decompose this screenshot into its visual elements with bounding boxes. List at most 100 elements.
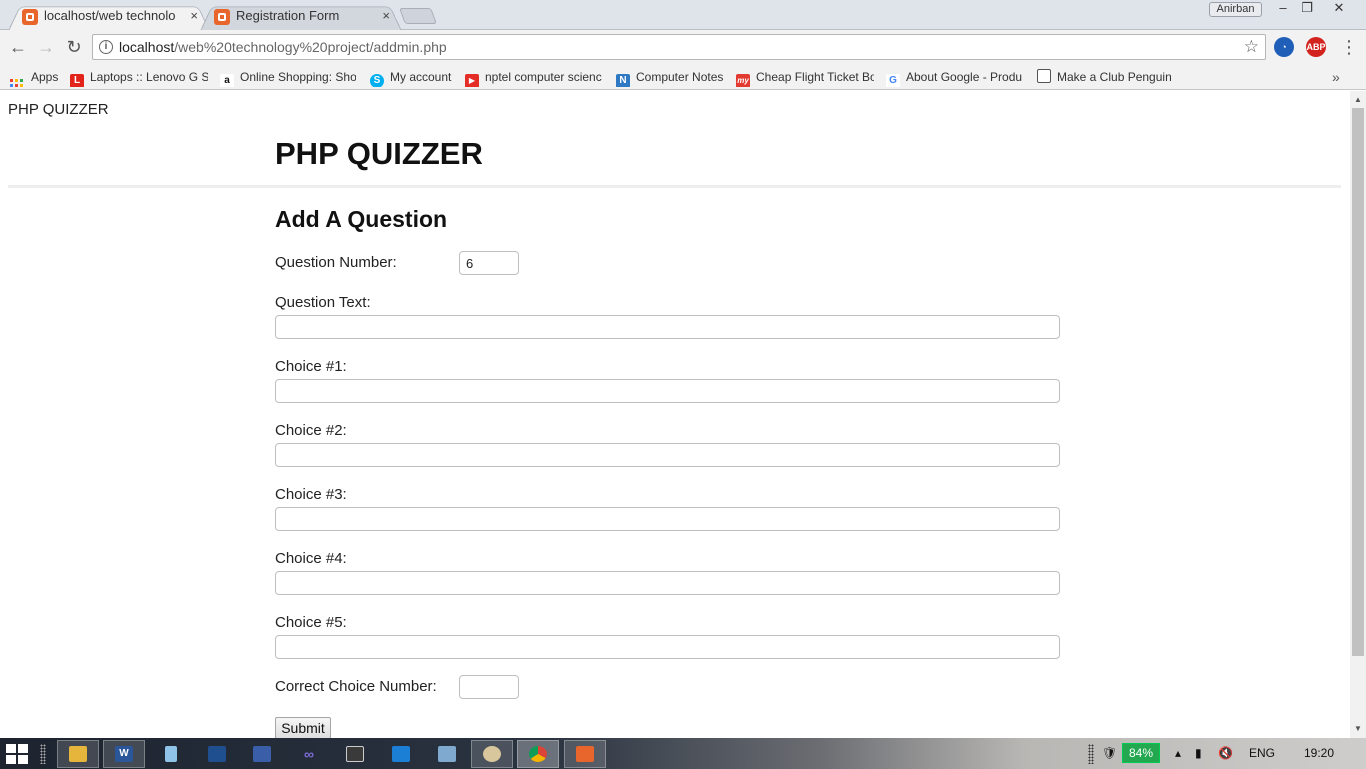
taskbar-file-explorer[interactable] bbox=[57, 740, 99, 768]
paint-icon bbox=[483, 746, 501, 762]
choice-3-label: Choice #3: bbox=[275, 486, 347, 503]
taskbar-infinity[interactable]: ∞ bbox=[288, 740, 330, 768]
question-number-input[interactable] bbox=[459, 251, 519, 275]
taskbar-xampp[interactable] bbox=[564, 740, 606, 768]
bookmark-amazon[interactable]: a Online Shopping: Sho bbox=[220, 67, 356, 87]
more-bookmarks-icon[interactable]: » bbox=[1332, 67, 1340, 87]
bookmark-label: Make a Club Penguin bbox=[1057, 70, 1171, 84]
bookmark-apps[interactable]: Apps bbox=[10, 67, 66, 87]
windows-start-icon[interactable] bbox=[6, 744, 30, 764]
bookmark-label: About Google - Produ bbox=[906, 70, 1023, 84]
defender-icon[interactable]: 🛡 bbox=[1102, 746, 1117, 760]
taskbar-photos[interactable] bbox=[196, 740, 238, 768]
choice-4-label: Choice #4: bbox=[275, 550, 347, 567]
back-arrow-icon[interactable]: ← bbox=[6, 35, 30, 59]
windows-taskbar: W ∞ 🛡 84% ▴ ▮ 🔇 ENG 19:20 bbox=[0, 738, 1366, 769]
network-icon[interactable]: ▮ bbox=[1195, 746, 1202, 760]
google-icon: G bbox=[886, 74, 900, 87]
amazon-icon: a bbox=[220, 74, 234, 87]
taskbar-media[interactable] bbox=[334, 740, 376, 768]
infinity-icon: ∞ bbox=[304, 746, 314, 762]
folder-icon bbox=[1037, 69, 1051, 83]
restore-icon[interactable]: ❐ bbox=[1294, 0, 1320, 18]
tab-localhost[interactable]: localhost/web technolog × bbox=[8, 3, 210, 31]
photos-icon bbox=[208, 746, 226, 762]
taskbar-grip bbox=[40, 744, 46, 764]
choice-1-input[interactable] bbox=[275, 379, 1060, 403]
taskbar-word[interactable]: W bbox=[103, 740, 145, 768]
bookmark-skype[interactable]: S My account bbox=[370, 67, 458, 87]
taskbar-paint[interactable] bbox=[471, 740, 513, 768]
monitor-icon bbox=[253, 746, 271, 762]
show-hidden-icons-icon[interactable]: ▴ bbox=[1175, 746, 1181, 760]
correct-choice-label: Correct Choice Number: bbox=[275, 678, 437, 695]
taskbar-notepad[interactable] bbox=[150, 740, 192, 768]
window-close-icon[interactable]: ✕ bbox=[1326, 0, 1352, 18]
taskbar-onenote[interactable] bbox=[380, 740, 422, 768]
volume-muted-icon[interactable]: 🔇 bbox=[1218, 746, 1233, 760]
chrome-icon bbox=[529, 746, 547, 762]
bookmark-label: nptel computer scienc bbox=[485, 70, 602, 84]
taskbar-chrome[interactable] bbox=[517, 740, 559, 768]
page-content: PHP QUIZZER PHP QUIZZER Add A Question Q… bbox=[0, 91, 1350, 738]
image-viewer-icon bbox=[438, 746, 456, 762]
bookmark-club-penguin[interactable]: Make a Club Penguin bbox=[1037, 67, 1171, 87]
onenote-icon bbox=[392, 746, 410, 762]
correct-choice-input[interactable] bbox=[459, 675, 519, 699]
bookmark-lenovo[interactable]: L Laptops :: Lenovo G S bbox=[70, 67, 208, 87]
bookmark-label: My account bbox=[390, 70, 452, 84]
bookmark-computer-notes[interactable]: N Computer Notes bbox=[616, 67, 728, 87]
divider bbox=[8, 185, 1341, 188]
bookmark-star-icon[interactable]: ☆ bbox=[1244, 37, 1259, 57]
choice-2-input[interactable] bbox=[275, 443, 1060, 467]
bookmarks-bar: Apps L Laptops :: Lenovo G S a Online Shop… bbox=[0, 64, 1366, 90]
new-tab-button[interactable] bbox=[399, 8, 437, 24]
choice-5-label: Choice #5: bbox=[275, 614, 347, 631]
minimize-icon[interactable]: – bbox=[1270, 0, 1296, 18]
skype-icon: S bbox=[370, 74, 384, 87]
forward-arrow-icon[interactable]: → bbox=[34, 35, 58, 59]
url-path: /web%20technology%20project/addmin.php bbox=[174, 39, 447, 55]
tab-label: Registration Form bbox=[236, 8, 340, 23]
lenovo-icon: L bbox=[70, 74, 84, 87]
reload-icon[interactable]: ↻ bbox=[62, 35, 86, 59]
page-title: PHP QUIZZER bbox=[275, 136, 483, 171]
bookmark-nptel[interactable]: ▶ nptel computer scienc bbox=[465, 67, 603, 87]
makemytrip-icon: my bbox=[736, 74, 750, 87]
url-host: localhost bbox=[119, 39, 175, 55]
xampp-favicon-icon bbox=[214, 9, 230, 25]
tray-grip bbox=[1088, 744, 1094, 764]
tab-registration-form[interactable]: Registration Form × bbox=[200, 3, 402, 31]
battery-indicator[interactable]: 84% bbox=[1122, 743, 1160, 763]
profile-button[interactable]: Anirban bbox=[1209, 2, 1262, 17]
taskbar-image-viewer[interactable] bbox=[426, 740, 468, 768]
scroll-up-arrow-icon[interactable]: ▲ bbox=[1350, 92, 1366, 108]
taskbar-monitor[interactable] bbox=[241, 740, 283, 768]
submit-button[interactable]: Submit bbox=[275, 717, 331, 738]
tab-close-icon[interactable]: × bbox=[382, 3, 390, 29]
choice-5-input[interactable] bbox=[275, 635, 1060, 659]
bookmark-cheap-flight[interactable]: my Cheap Flight Ticket Bo bbox=[736, 67, 874, 87]
tab-close-icon[interactable]: × bbox=[190, 3, 198, 29]
notes-icon: N bbox=[616, 74, 630, 87]
site-title: PHP QUIZZER bbox=[8, 101, 109, 118]
chrome-menu-icon[interactable]: ⋮ bbox=[1340, 35, 1358, 59]
address-bar[interactable]: i localhost/web%20technology%20project/a… bbox=[92, 34, 1266, 60]
info-icon[interactable]: i bbox=[99, 40, 113, 54]
scrollbar-thumb[interactable] bbox=[1352, 108, 1364, 656]
url-text[interactable]: localhost/web%20technology%20project/add… bbox=[119, 39, 447, 55]
language-indicator[interactable]: ENG bbox=[1249, 746, 1275, 760]
bookmark-about-google[interactable]: G About Google - Produ bbox=[886, 67, 1024, 87]
browser-toolbar: ← → ↻ i localhost/web%20technology%20pro… bbox=[0, 30, 1366, 64]
xampp-favicon-icon bbox=[22, 9, 38, 25]
clock[interactable]: 19:20 bbox=[1304, 746, 1334, 760]
choice-3-input[interactable] bbox=[275, 507, 1060, 531]
abp-icon[interactable]: ABP bbox=[1306, 37, 1326, 57]
apps-icon bbox=[10, 79, 23, 87]
choice-4-input[interactable] bbox=[275, 571, 1060, 595]
file-explorer-icon bbox=[69, 746, 87, 762]
form-heading: Add A Question bbox=[275, 206, 448, 232]
cast-icon[interactable]: ◔ bbox=[1274, 37, 1294, 57]
question-text-input[interactable] bbox=[275, 315, 1060, 339]
scroll-down-arrow-icon[interactable]: ▼ bbox=[1350, 721, 1366, 737]
